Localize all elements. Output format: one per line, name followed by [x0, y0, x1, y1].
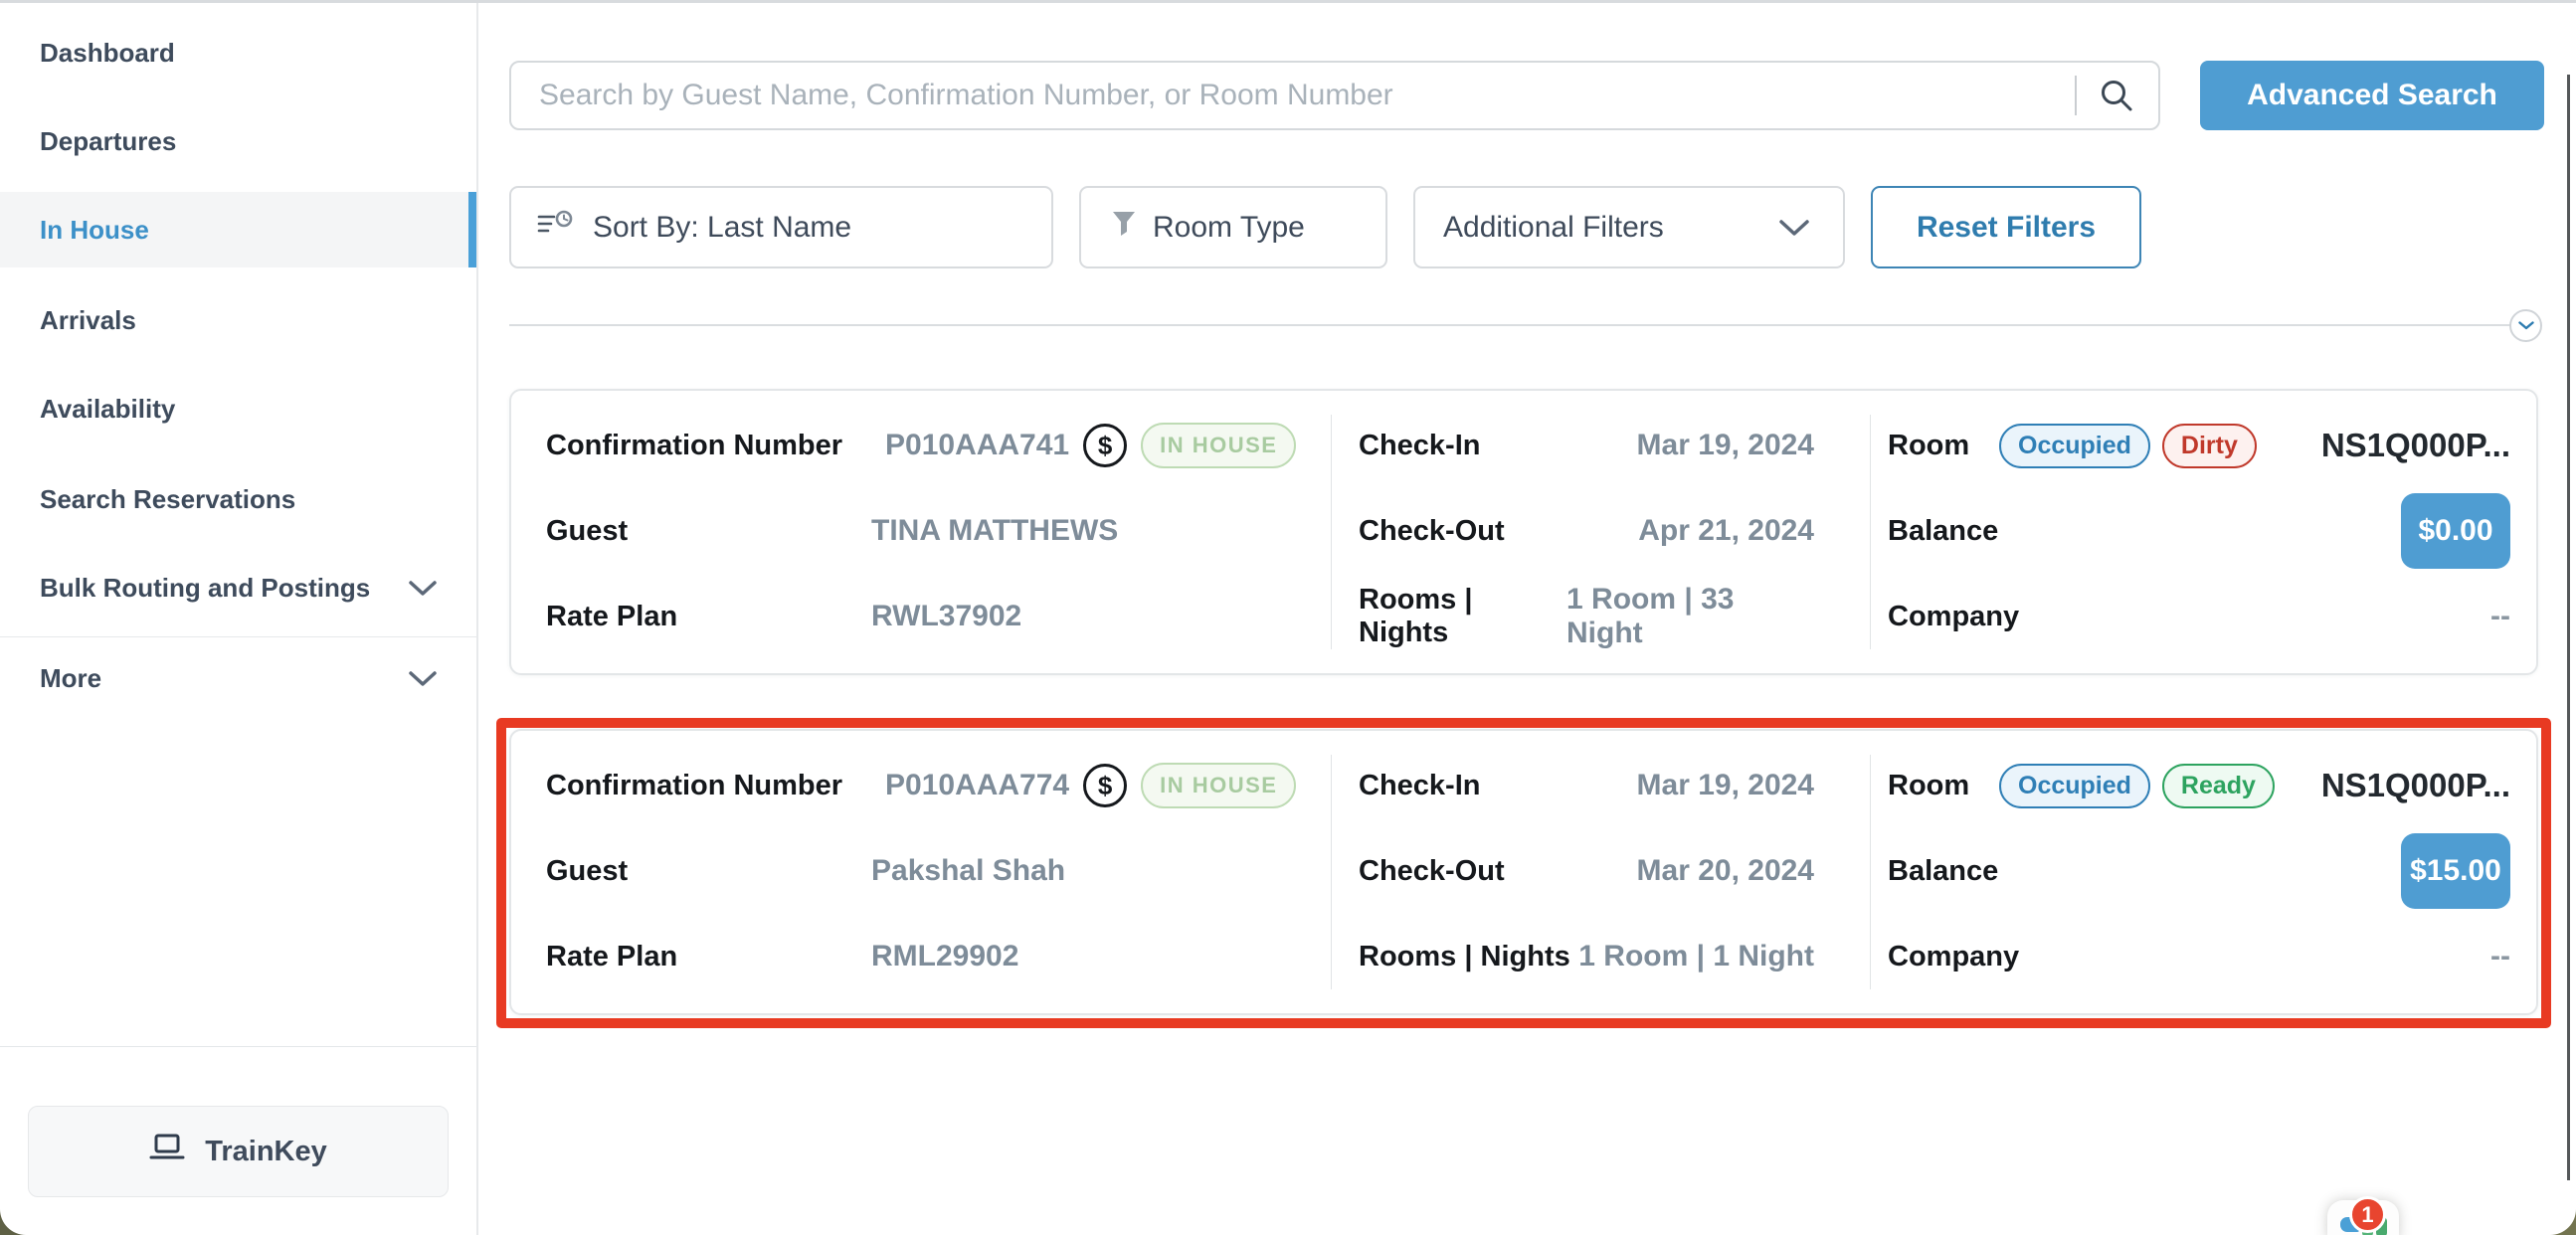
sidebar-item-dashboard[interactable]: Dashboard	[0, 21, 476, 85]
sidebar-item-more[interactable]: More	[0, 646, 476, 710]
check-out-value: Mar 20, 2024	[1637, 854, 1814, 888]
balance-label: Balance	[1888, 515, 1998, 548]
laptop-icon	[149, 1134, 185, 1169]
check-out-label: Check-Out	[1359, 515, 1505, 548]
chevron-down-icon	[409, 573, 437, 604]
notification-badge[interactable]: 1	[2349, 1196, 2386, 1233]
reservation-dates-column: Check-In Mar 19, 2024 Check-Out Mar 20, …	[1331, 731, 1870, 1013]
rate-plan-label: Rate Plan	[546, 941, 871, 973]
check-in-value: Mar 19, 2024	[1637, 429, 1814, 462]
sort-icon	[537, 209, 575, 247]
sort-by-button[interactable]: Sort By: Last Name	[509, 186, 1053, 268]
rate-plan-label: Rate Plan	[546, 601, 871, 633]
in-house-status-badge: IN HOUSE	[1141, 423, 1296, 468]
rate-plan-value: RML29902	[871, 940, 1018, 973]
search-bar	[509, 61, 2160, 130]
window-right-edge	[2567, 75, 2570, 1180]
company-label: Company	[1888, 941, 2019, 973]
occupied-status-badge: Occupied	[1999, 764, 2150, 808]
dollar-circle-icon[interactable]: $	[1083, 424, 1127, 467]
collapse-chevron-button[interactable]	[2509, 309, 2542, 342]
company-value: --	[2490, 940, 2510, 973]
room-type-label: Room Type	[1153, 211, 1305, 245]
sidebar-item-arrivals[interactable]: Arrivals	[0, 288, 476, 352]
check-in-value: Mar 19, 2024	[1637, 769, 1814, 802]
funnel-icon	[1111, 210, 1137, 246]
dollar-circle-icon[interactable]: $	[1083, 764, 1127, 807]
reservation-card[interactable]: Confirmation Number P010AAA741 $ IN HOUS…	[509, 389, 2538, 675]
room-type-filter-button[interactable]: Room Type	[1079, 186, 1387, 268]
room-number-value: NS1Q000P...	[2321, 767, 2510, 804]
guest-name-value: Pakshal Shah	[871, 854, 1065, 888]
rooms-nights-value: 1 Room | 33 Night	[1566, 583, 1814, 650]
guest-label: Guest	[546, 855, 871, 888]
balance-button[interactable]: $0.00	[2401, 493, 2510, 569]
sidebar-divider	[0, 636, 476, 637]
sidebar-item-label: Dashboard	[40, 38, 175, 69]
trainkey-button[interactable]: TrainKey	[28, 1106, 449, 1197]
confirmation-number-value: P010AAA741	[885, 429, 1069, 462]
sidebar: Dashboard Departures In House Arrivals A…	[0, 3, 478, 1235]
room-label: Room	[1888, 770, 1999, 802]
sidebar-item-label: Arrivals	[40, 305, 136, 336]
sort-by-label: Sort By: Last Name	[593, 211, 851, 245]
room-label: Room	[1888, 430, 1999, 462]
sidebar-item-label: Availability	[40, 394, 175, 425]
rate-plan-value: RWL37902	[871, 600, 1021, 633]
sidebar-footer-divider	[0, 1046, 476, 1047]
reservation-room-column: Room Occupied Dirty NS1Q000P... Balance …	[1870, 391, 2536, 673]
dirty-status-badge: Dirty	[2162, 424, 2257, 468]
sidebar-item-search-reservations[interactable]: Search Reservations	[0, 467, 476, 531]
check-in-label: Check-In	[1359, 770, 1480, 802]
chevron-down-icon	[409, 663, 437, 694]
guest-label: Guest	[546, 515, 871, 548]
search-icon[interactable]	[2099, 78, 2134, 113]
sidebar-item-in-house[interactable]: In House	[0, 192, 476, 267]
guest-name-value: TINA MATTHEWS	[871, 514, 1118, 548]
reservation-dates-column: Check-In Mar 19, 2024 Check-Out Apr 21, …	[1331, 391, 1870, 673]
confirmation-number-label: Confirmation Number	[546, 770, 871, 802]
rooms-nights-value: 1 Room | 1 Night	[1578, 940, 1814, 973]
sidebar-item-label: More	[40, 663, 101, 694]
rooms-nights-label: Rooms | Nights	[1359, 584, 1566, 649]
company-label: Company	[1888, 601, 2019, 633]
room-status-badges: Occupied Ready	[1999, 764, 2275, 808]
reservation-identity-column: Confirmation Number P010AAA741 $ IN HOUS…	[511, 391, 1331, 673]
check-out-value: Apr 21, 2024	[1638, 514, 1814, 548]
search-input[interactable]	[511, 63, 2075, 128]
confirmation-number-value: P010AAA774	[885, 769, 1069, 802]
chevron-down-icon	[1779, 211, 1809, 245]
trainkey-label: TrainKey	[205, 1136, 327, 1168]
rooms-nights-label: Rooms | Nights	[1359, 941, 1570, 973]
balance-label: Balance	[1888, 855, 1998, 888]
sidebar-item-departures[interactable]: Departures	[0, 109, 476, 173]
sidebar-item-label: Search Reservations	[40, 484, 295, 515]
check-in-label: Check-In	[1359, 430, 1480, 462]
occupied-status-badge: Occupied	[1999, 424, 2150, 468]
sidebar-item-label: Departures	[40, 126, 176, 157]
balance-button[interactable]: $15.00	[2401, 833, 2510, 909]
advanced-search-button[interactable]: Advanced Search	[2200, 61, 2544, 130]
in-house-status-badge: IN HOUSE	[1141, 763, 1296, 808]
room-number-value: NS1Q000P...	[2321, 427, 2510, 464]
ready-status-badge: Ready	[2162, 764, 2275, 808]
reservation-identity-column: Confirmation Number P010AAA774 $ IN HOUS…	[511, 731, 1331, 1013]
search-divider	[2075, 76, 2077, 115]
reset-filters-label: Reset Filters	[1917, 211, 2096, 245]
sidebar-item-availability[interactable]: Availability	[0, 377, 476, 441]
sidebar-item-bulk-routing-and-postings[interactable]: Bulk Routing and Postings	[0, 556, 476, 619]
reservation-room-column: Room Occupied Ready NS1Q000P... Balance …	[1870, 731, 2536, 1013]
confirmation-number-label: Confirmation Number	[546, 430, 871, 462]
chevron-down-icon	[2518, 321, 2534, 330]
check-out-label: Check-Out	[1359, 855, 1505, 888]
room-status-badges: Occupied Dirty	[1999, 424, 2257, 468]
reset-filters-button[interactable]: Reset Filters	[1871, 186, 2141, 268]
reservation-card-selected[interactable]: Confirmation Number P010AAA774 $ IN HOUS…	[509, 729, 2538, 1015]
company-value: --	[2490, 600, 2510, 633]
list-divider	[509, 324, 2510, 326]
additional-filters-label: Additional Filters	[1443, 211, 1664, 245]
sidebar-item-label: Bulk Routing and Postings	[40, 573, 370, 604]
sidebar-item-label: In House	[40, 215, 149, 246]
additional-filters-dropdown[interactable]: Additional Filters	[1413, 186, 1845, 268]
